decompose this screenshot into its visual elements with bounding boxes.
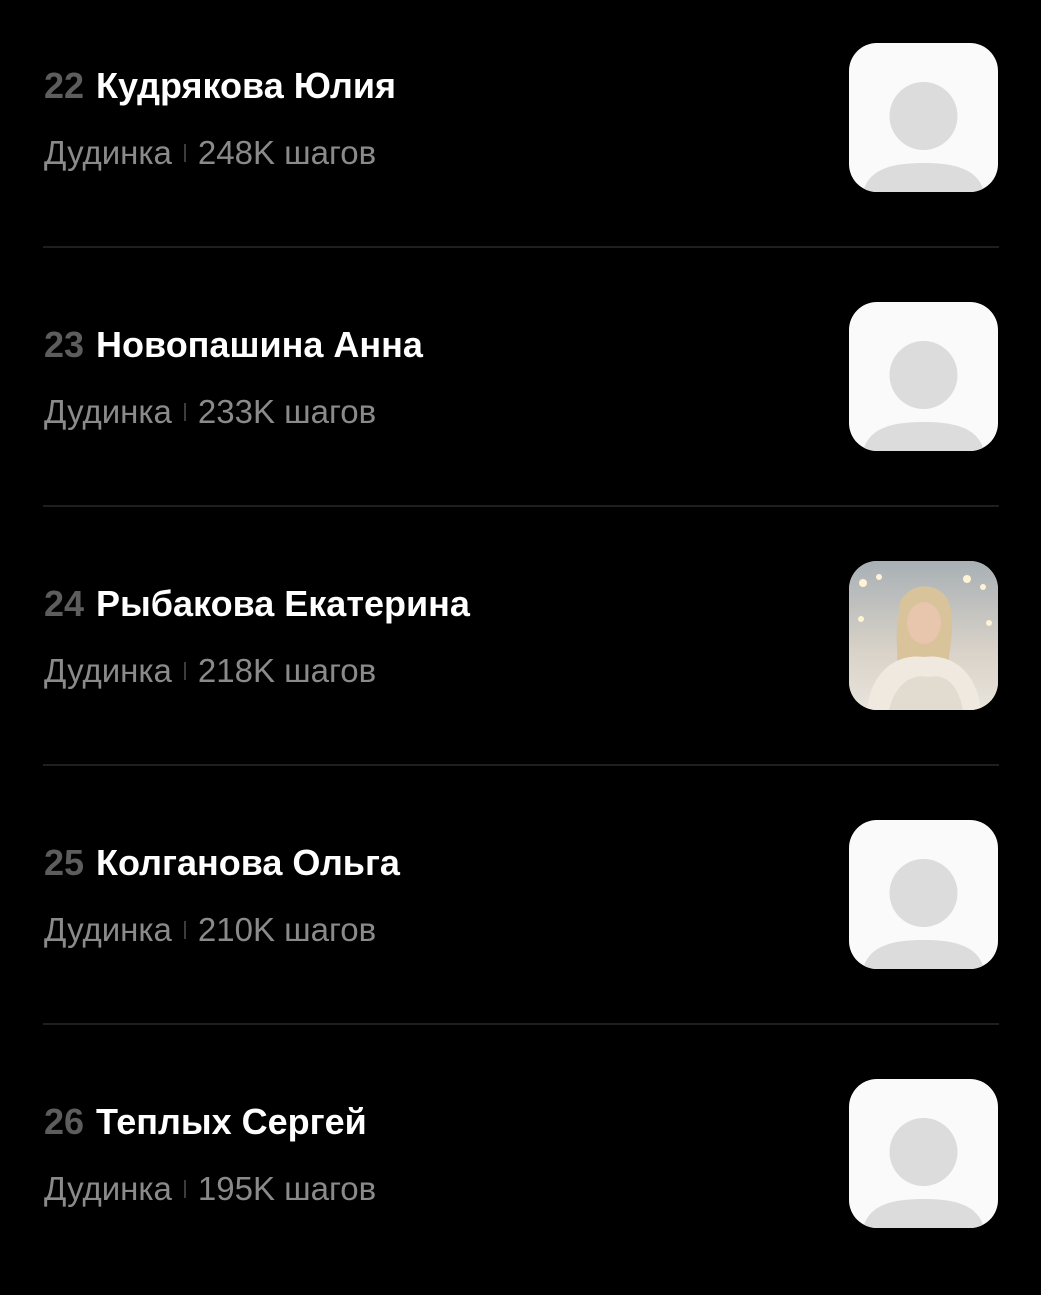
user-name: Кудрякова Юлия [96,65,396,106]
divider [43,505,999,507]
city-label: Дудинка [44,393,172,430]
user-name: Теплых Сергей [96,1101,367,1142]
list-item[interactable]: 25 Колганова Ольга Дудинка 210K шагов [0,777,1041,1036]
user-name: Рыбакова Екатерина [96,583,470,624]
separator [183,662,186,680]
title-line: 26 Теплых Сергей [44,1102,367,1142]
rank-number: 23 [44,324,85,365]
city-label: Дудинка [44,1170,172,1207]
steps-count: 233K шагов [197,393,377,430]
rank-number: 25 [44,842,85,883]
separator [183,921,186,939]
steps-count: 248K шагов [197,134,377,171]
placeholder-avatar-icon[interactable] [849,1079,998,1228]
title-line: 24 Рыбакова Екатерина [44,584,470,624]
profile-photo[interactable] [849,561,998,710]
list-item[interactable]: 22 Кудрякова Юлия Дудинка 248K шагов [0,0,1041,259]
rank-number: 22 [44,65,85,106]
rank-number: 24 [44,583,85,624]
subtitle-line: Дудинка 195K шагов [44,1170,376,1208]
divider [43,246,999,248]
placeholder-avatar-icon[interactable] [849,302,998,451]
steps-count: 195K шагов [197,1170,377,1207]
list-item[interactable]: 26 Теплых Сергей Дудинка 195K шагов [0,1036,1041,1295]
subtitle-line: Дудинка 218K шагов [44,652,376,690]
separator [183,1180,186,1198]
title-line: 23 Новопашина Анна [44,325,423,365]
city-label: Дудинка [44,134,172,171]
subtitle-line: Дудинка 210K шагов [44,911,376,949]
subtitle-line: Дудинка 248K шагов [44,134,376,172]
leaderboard-list: 22 Кудрякова Юлия Дудинка 248K шагов 23 Нов… [0,0,1041,1280]
city-label: Дудинка [44,652,172,689]
separator [183,144,186,162]
placeholder-avatar-icon[interactable] [849,820,998,969]
list-item[interactable]: 23 Новопашина Анна Дудинка 233K шагов [0,259,1041,518]
city-label: Дудинка [44,911,172,948]
rank-number: 26 [44,1101,85,1142]
title-line: 22 Кудрякова Юлия [44,66,396,106]
user-name: Новопашина Анна [96,324,423,365]
title-line: 25 Колганова Ольга [44,843,400,883]
steps-count: 218K шагов [197,652,377,689]
list-item[interactable]: 24 Рыбакова Екатерина Дудинка 218K шагов [0,518,1041,777]
divider [43,764,999,766]
user-name: Колганова Ольга [96,842,400,883]
divider [43,1023,999,1025]
placeholder-avatar-icon[interactable] [849,43,998,192]
steps-count: 210K шагов [197,911,377,948]
subtitle-line: Дудинка 233K шагов [44,393,376,431]
separator [183,403,186,421]
